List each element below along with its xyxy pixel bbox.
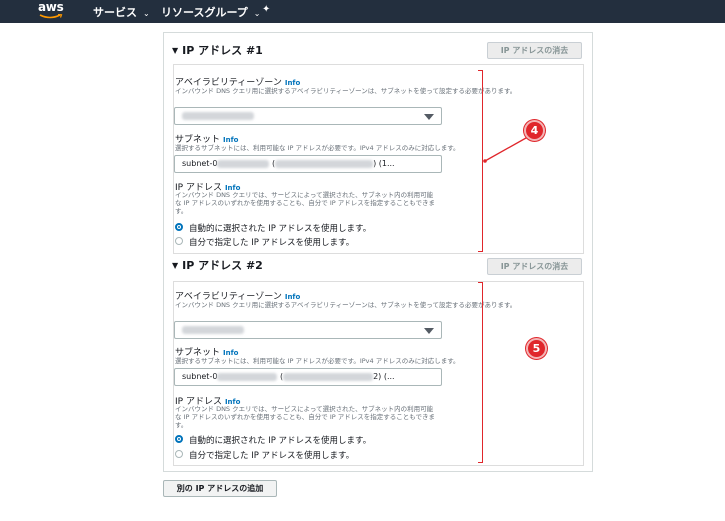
ip-desc-2: インバウンド DNS クエリでは、サービスによって選択された、サブネット内の利用…: [175, 405, 435, 429]
section-title-ip-2[interactable]: ▼ IP アドレス #2: [172, 257, 263, 273]
radio-unselected-icon: [175, 450, 183, 458]
redacted-value: [217, 372, 278, 381]
clear-ip-2-button[interactable]: IP アドレスの消去: [487, 258, 582, 275]
info-link[interactable]: Info: [285, 293, 300, 301]
callout-badge-4: 4: [524, 120, 545, 141]
redacted-value: [182, 325, 244, 334]
annotation-bracket-5: [478, 282, 483, 463]
redacted-value: [283, 372, 374, 381]
az-desc-2: インバウンド DNS クエリ用に選択するアベイラビリティーゾーンは、サブネットを…: [175, 301, 517, 309]
subnet-select-2[interactable]: subnet-0 (2) (...: [174, 368, 442, 386]
az-select-2[interactable]: [174, 321, 442, 339]
info-link[interactable]: Info: [223, 349, 238, 357]
radio-selected-icon: [175, 435, 183, 443]
chevron-down-icon: [424, 328, 434, 334]
add-ip-address-button[interactable]: 別の IP アドレスの追加: [163, 480, 277, 497]
caret-down-icon: ▼: [172, 261, 179, 270]
subnet-desc-2: 選択するサブネットには、利用可能な IP アドレスが必要です。IPv4 アドレス…: [175, 357, 460, 365]
callout-badge-5: 5: [526, 338, 547, 359]
